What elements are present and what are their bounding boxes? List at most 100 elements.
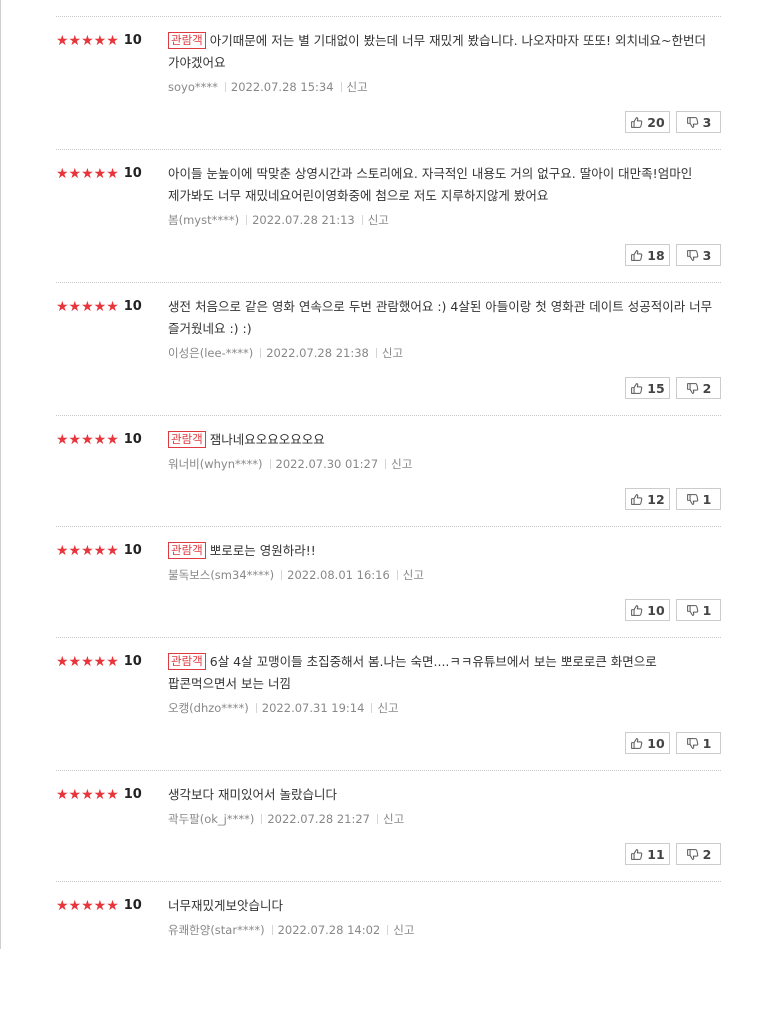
review-text-block: 관람객 뽀로로는 영원하라!! — [168, 540, 713, 562]
like-count: 11 — [647, 846, 665, 862]
thumbs-up-icon — [630, 848, 643, 861]
meta-divider — [281, 570, 283, 580]
like-count: 20 — [647, 114, 665, 130]
meta-divider — [269, 459, 271, 469]
review-rating: ★★★★★ 10 — [56, 299, 142, 315]
dislike-count: 2 — [702, 380, 712, 396]
review-rating: ★★★★★ 10 — [56, 33, 142, 49]
review-item: ★★★★★ 10 관람객 아기때문에 저는 별 기대없이 봤는데 너무 재밌게 봤… — [56, 16, 721, 149]
star-rating-icon: ★★★★★ — [56, 432, 119, 448]
meta-divider — [387, 925, 389, 935]
dislike-button[interactable]: 2 — [676, 377, 721, 399]
review-list: ★★★★★ 10 관람객 아기때문에 저는 별 기대없이 봤는데 너무 재밌게 봤… — [56, 16, 721, 1021]
review-user: 유쾌한양(star****) — [168, 923, 265, 937]
report-link[interactable]: 신고 — [391, 457, 412, 471]
review-meta: 봄(myst****) 2022.07.28 21:13 신고 — [168, 212, 713, 228]
vote-buttons: 11 2 — [625, 843, 721, 865]
review-text: 뽀로로는 영원하라!! — [209, 543, 316, 558]
audience-badge: 관람객 — [168, 431, 206, 448]
review-user: 봄(myst****) — [168, 213, 240, 227]
star-rating-icon: ★★★★★ — [56, 166, 119, 182]
report-link[interactable]: 신고 — [393, 923, 414, 937]
review-score: 10 — [123, 787, 142, 802]
review-text: 아기때문에 저는 별 기대없이 봤는데 너무 재밌게 봤습니다. 나오자마자 또… — [168, 33, 706, 70]
review-user: 오캥(dhzo****) — [168, 701, 249, 715]
like-button[interactable]: 15 — [625, 377, 670, 399]
star-rating-icon: ★★★★★ — [56, 543, 119, 559]
thumbs-down-icon — [686, 116, 699, 129]
review-meta: 곽두팔(ok_j****) 2022.07.28 21:27 신고 — [168, 811, 713, 827]
meta-divider — [246, 215, 248, 225]
review-meta: 이성은(lee-****) 2022.07.28 21:38 신고 — [168, 345, 713, 361]
thumbs-down-icon — [686, 848, 699, 861]
review-rating: ★★★★★ 10 — [56, 432, 142, 448]
thumbs-up-icon — [630, 737, 643, 750]
meta-divider — [361, 215, 363, 225]
report-link[interactable]: 신고 — [383, 812, 404, 826]
review-text: 아이들 눈높이에 딱맞춘 상영시간과 스토리에요. 자극적인 내용도 거의 없구… — [168, 166, 693, 203]
thumbs-up-icon — [630, 493, 643, 506]
dislike-button[interactable]: 3 — [676, 111, 721, 133]
dislike-button[interactable]: 3 — [676, 244, 721, 266]
review-date: 2022.07.31 19:14 — [261, 701, 365, 715]
like-button[interactable]: 11 — [625, 843, 670, 865]
review-user: 이성은(lee-****) — [168, 346, 254, 360]
review-text-block: 관람객 잼나네요오요오요오요 — [168, 429, 713, 451]
dislike-button[interactable]: 2 — [676, 843, 721, 865]
star-rating-icon: ★★★★★ — [56, 787, 119, 803]
like-button[interactable]: 20 — [625, 111, 670, 133]
report-link[interactable]: 신고 — [368, 213, 389, 227]
page-left-border — [0, 0, 1, 949]
vote-buttons: 18 3 — [625, 244, 721, 266]
review-user: 불독보스(sm34****) — [168, 568, 275, 582]
report-link[interactable]: 신고 — [377, 701, 398, 715]
thumbs-up-icon — [630, 249, 643, 262]
dislike-count: 3 — [702, 114, 712, 130]
like-button[interactable]: 12 — [625, 488, 670, 510]
thumbs-up-icon — [630, 604, 643, 617]
review-score: 10 — [123, 33, 142, 48]
review-score: 10 — [123, 654, 142, 669]
vote-buttons: 15 2 — [625, 377, 721, 399]
dislike-button[interactable]: 1 — [676, 732, 721, 754]
review-meta: 불독보스(sm34****) 2022.08.01 16:16 신고 — [168, 567, 713, 583]
dislike-count: 1 — [702, 735, 712, 751]
like-button[interactable]: 18 — [625, 244, 670, 266]
report-link[interactable]: 신고 — [382, 346, 403, 360]
meta-divider — [396, 570, 398, 580]
review-item: ★★★★★ 10 너무재밌게보앗습니다 유쾌한양(star****) 2022.0… — [56, 881, 721, 1021]
dislike-button[interactable]: 1 — [676, 488, 721, 510]
review-date: 2022.07.28 21:38 — [266, 346, 369, 360]
review-item: ★★★★★ 10 생전 처음으로 같은 영화 연속으로 두번 관람했어요 :) … — [56, 282, 721, 415]
review-content: 생전 처음으로 같은 영화 연속으로 두번 관람했어요 :) 4살된 아들이랑 … — [168, 296, 713, 361]
like-button[interactable]: 10 — [625, 732, 670, 754]
review-user: 곽두팔(ok_j****) — [168, 812, 255, 826]
report-link[interactable]: 신고 — [347, 80, 368, 94]
review-content: 관람객 잼나네요오요오요오요 워너비(whyn****) 2022.07.30 01… — [168, 429, 713, 472]
star-rating-icon: ★★★★★ — [56, 654, 119, 670]
review-user: 워너비(whyn****) — [168, 457, 263, 471]
vote-buttons: 10 1 — [625, 599, 721, 621]
review-meta: 오캥(dhzo****) 2022.07.31 19:14 신고 — [168, 700, 713, 716]
audience-badge: 관람객 — [168, 542, 206, 559]
dislike-count: 2 — [702, 846, 712, 862]
review-text: 생전 처음으로 같은 영화 연속으로 두번 관람했어요 :) 4살된 아들이랑 … — [168, 299, 713, 336]
star-rating-icon: ★★★★★ — [56, 898, 119, 914]
review-text-block: 너무재밌게보앗습니다 — [168, 895, 713, 917]
meta-divider — [260, 348, 262, 358]
thumbs-down-icon — [686, 249, 699, 262]
review-content: 아이들 눈높이에 딱맞춘 상영시간과 스토리에요. 자극적인 내용도 거의 없구… — [168, 163, 713, 228]
review-content: 관람객 6살 4살 꼬맹이들 초집중해서 봄.나는 숙면....ㅋㅋ유튜브에서 보… — [168, 651, 713, 716]
thumbs-down-icon — [686, 604, 699, 617]
thumbs-up-icon — [630, 382, 643, 395]
dislike-button[interactable]: 1 — [676, 599, 721, 621]
report-link[interactable]: 신고 — [403, 568, 424, 582]
review-date: 2022.07.28 21:27 — [267, 812, 371, 826]
review-item: ★★★★★ 10 아이들 눈높이에 딱맞춘 상영시간과 스토리에요. 자극적인 … — [56, 149, 721, 282]
review-score: 10 — [123, 166, 142, 181]
review-text: 너무재밌게보앗습니다 — [168, 898, 284, 913]
like-button[interactable]: 10 — [625, 599, 670, 621]
meta-divider — [377, 814, 379, 824]
review-date: 2022.08.01 16:16 — [287, 568, 390, 582]
review-rating: ★★★★★ 10 — [56, 166, 142, 182]
